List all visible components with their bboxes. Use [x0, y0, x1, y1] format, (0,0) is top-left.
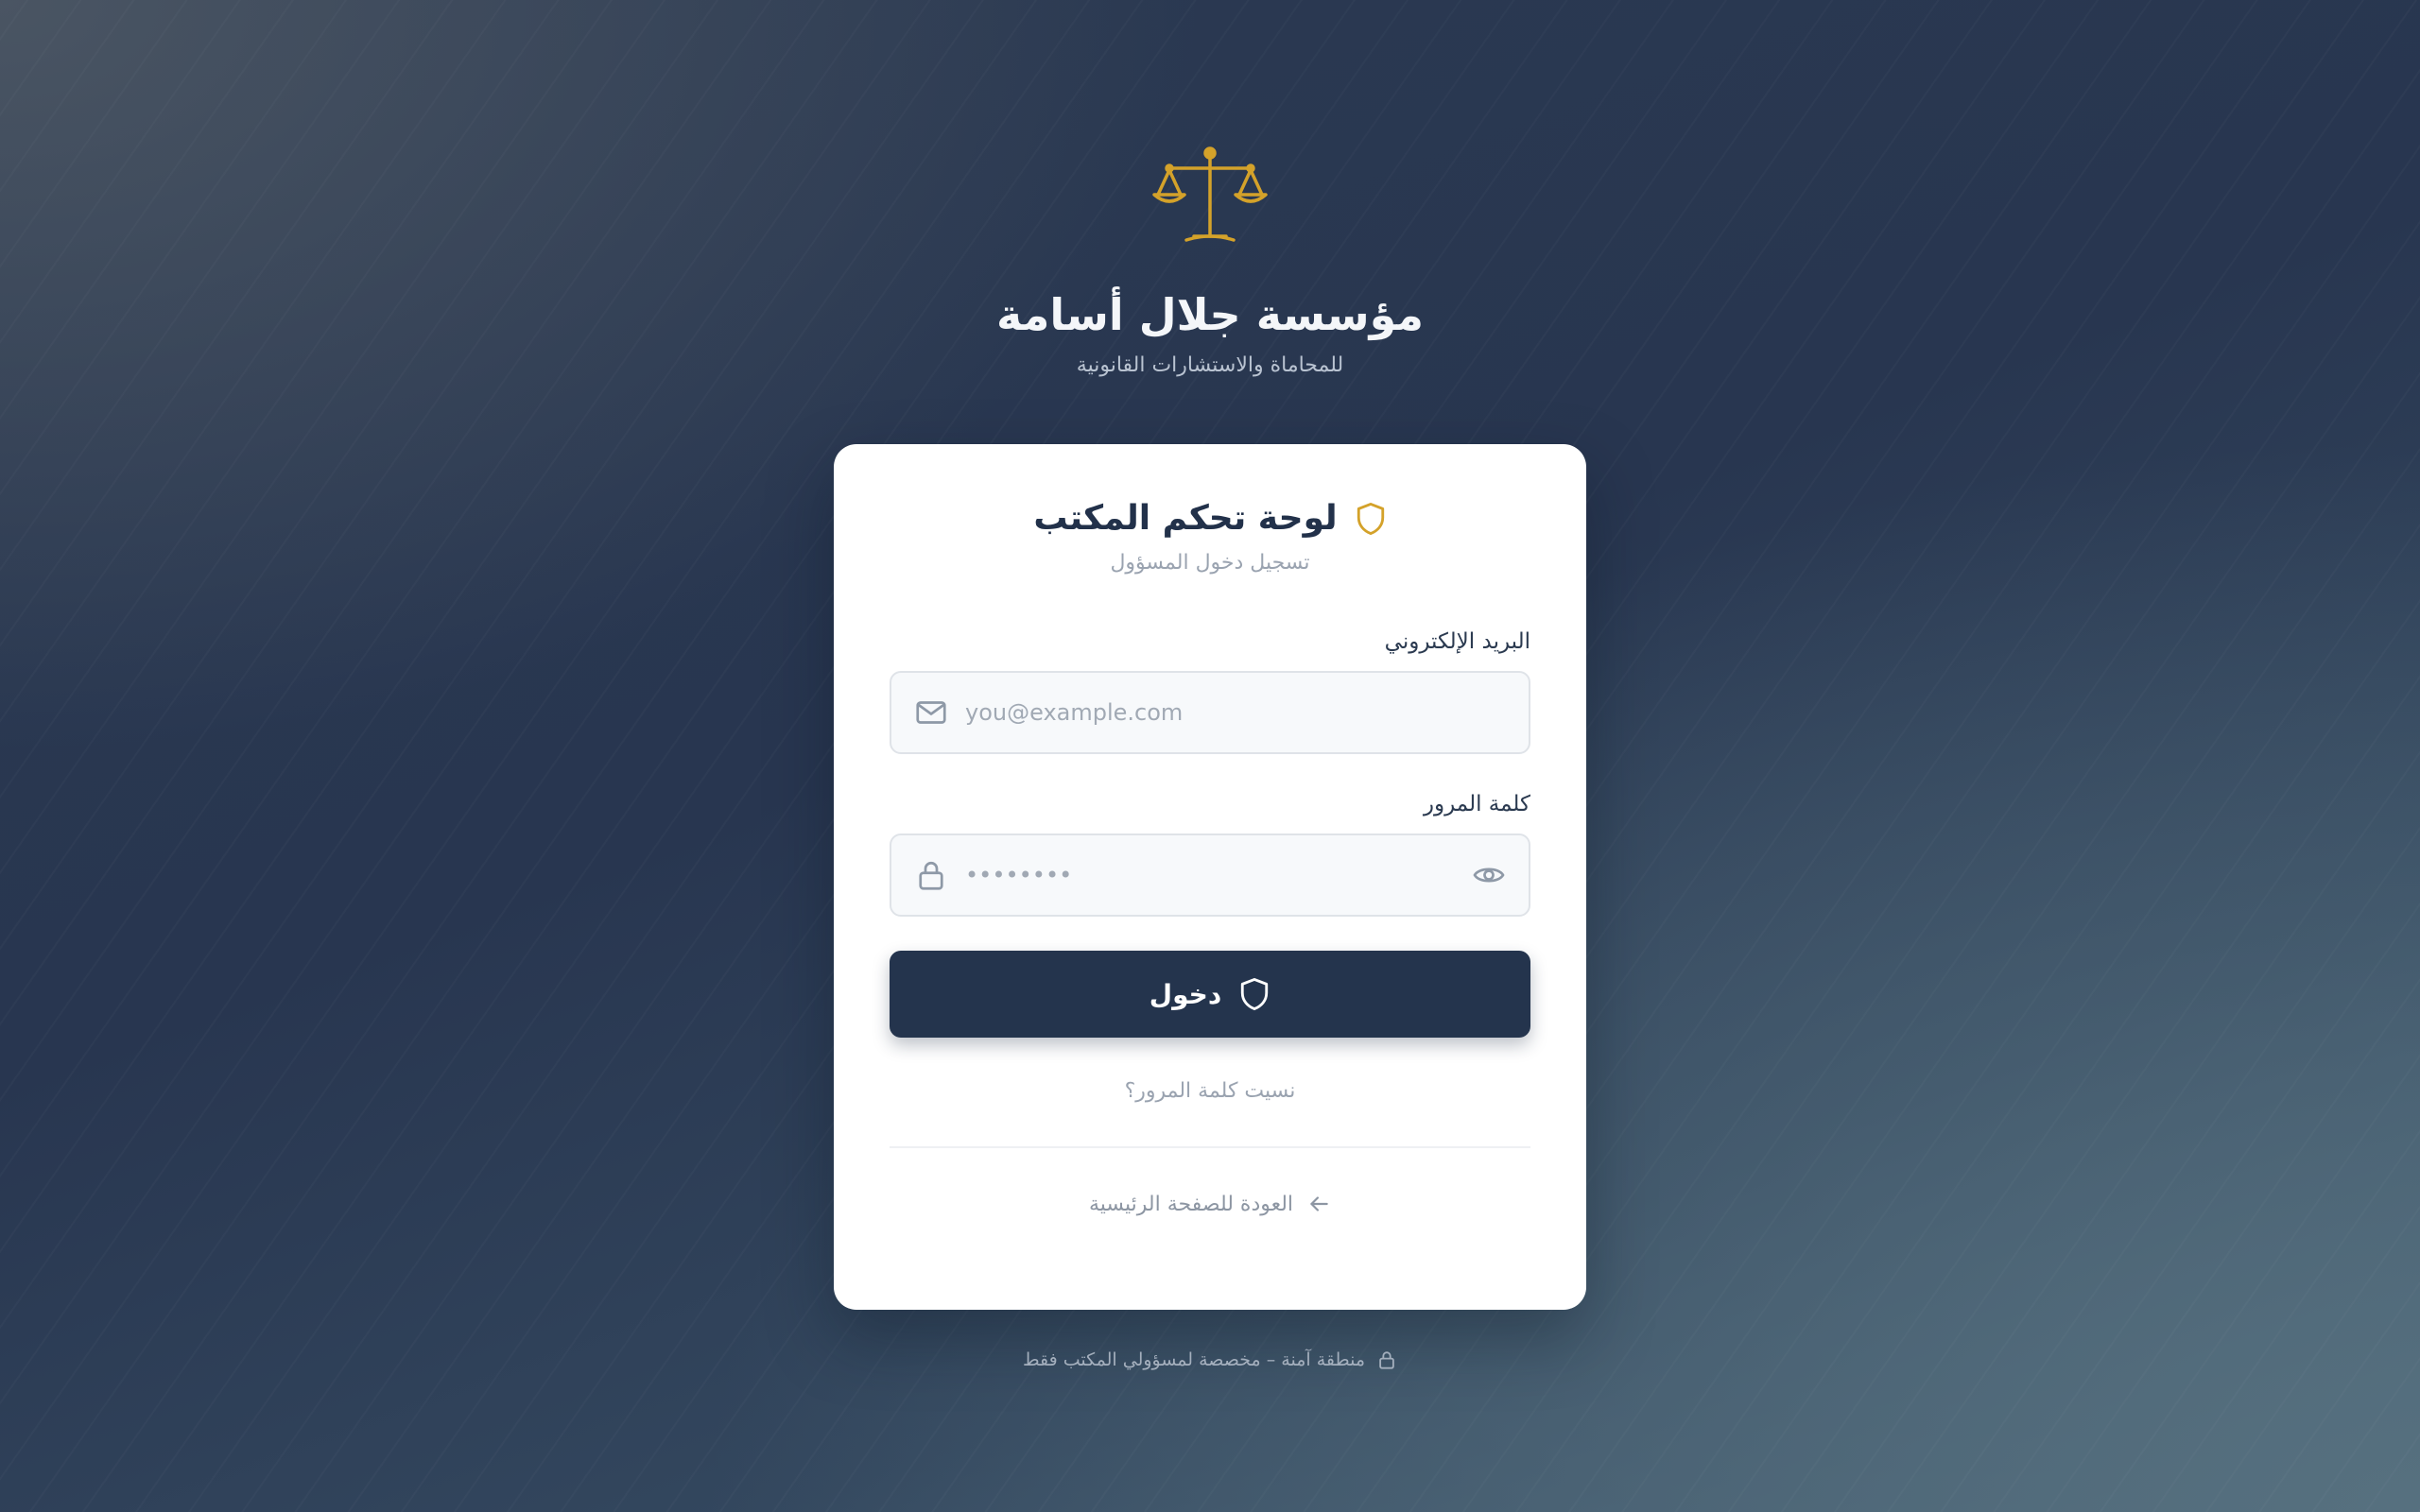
- card-subtitle: تسجيل دخول المسؤول: [1110, 551, 1310, 575]
- email-input[interactable]: [891, 673, 1529, 752]
- card-title: لوحة تحكم المكتب: [1033, 499, 1338, 538]
- password-label: كلمة المرور: [1423, 792, 1530, 816]
- forgot-password-link[interactable]: نسيت كلمة المرور؟: [890, 1079, 1530, 1103]
- shield-icon: [1357, 502, 1384, 535]
- password-input[interactable]: [891, 835, 1529, 915]
- eye-icon[interactable]: [1472, 858, 1506, 892]
- back-home-label: العودة للصفحة الرئيسية: [1088, 1192, 1294, 1216]
- security-notice-text: منطقة آمنة – مخصصة لمسؤولي المكتب فقط: [1023, 1349, 1365, 1370]
- lock-icon: [1379, 1351, 1394, 1369]
- password-field-wrapper: [890, 833, 1530, 917]
- email-label: البريد الإلكتروني: [1384, 629, 1530, 654]
- login-button-label: دخول: [1149, 978, 1222, 1010]
- email-field-wrapper: [890, 671, 1530, 754]
- login-card: لوحة تحكم المكتب تسجيل دخول المسؤول البر…: [834, 444, 1586, 1310]
- arrow-left-icon: [1310, 1196, 1328, 1211]
- scales-of-justice-icon: [1152, 146, 1268, 242]
- shield-icon: [1241, 977, 1269, 1010]
- lock-icon: [919, 861, 943, 890]
- login-button[interactable]: دخول: [890, 951, 1530, 1038]
- brand-subtitle: للمحاماة والاستشارات القانونية: [1076, 353, 1344, 377]
- back-home-link[interactable]: العودة للصفحة الرئيسية: [890, 1192, 1530, 1216]
- security-notice: منطقة آمنة – مخصصة لمسؤولي المكتب فقط: [0, 1349, 2420, 1370]
- brand-title: مؤسسة جلال أسامة: [996, 289, 1424, 340]
- card-header: لوحة تحكم المكتب: [890, 499, 1530, 538]
- mail-icon: [916, 701, 946, 724]
- divider: [890, 1146, 1530, 1148]
- brand-header: مؤسسة جلال أسامة للمحاماة والاستشارات ال…: [0, 142, 2420, 377]
